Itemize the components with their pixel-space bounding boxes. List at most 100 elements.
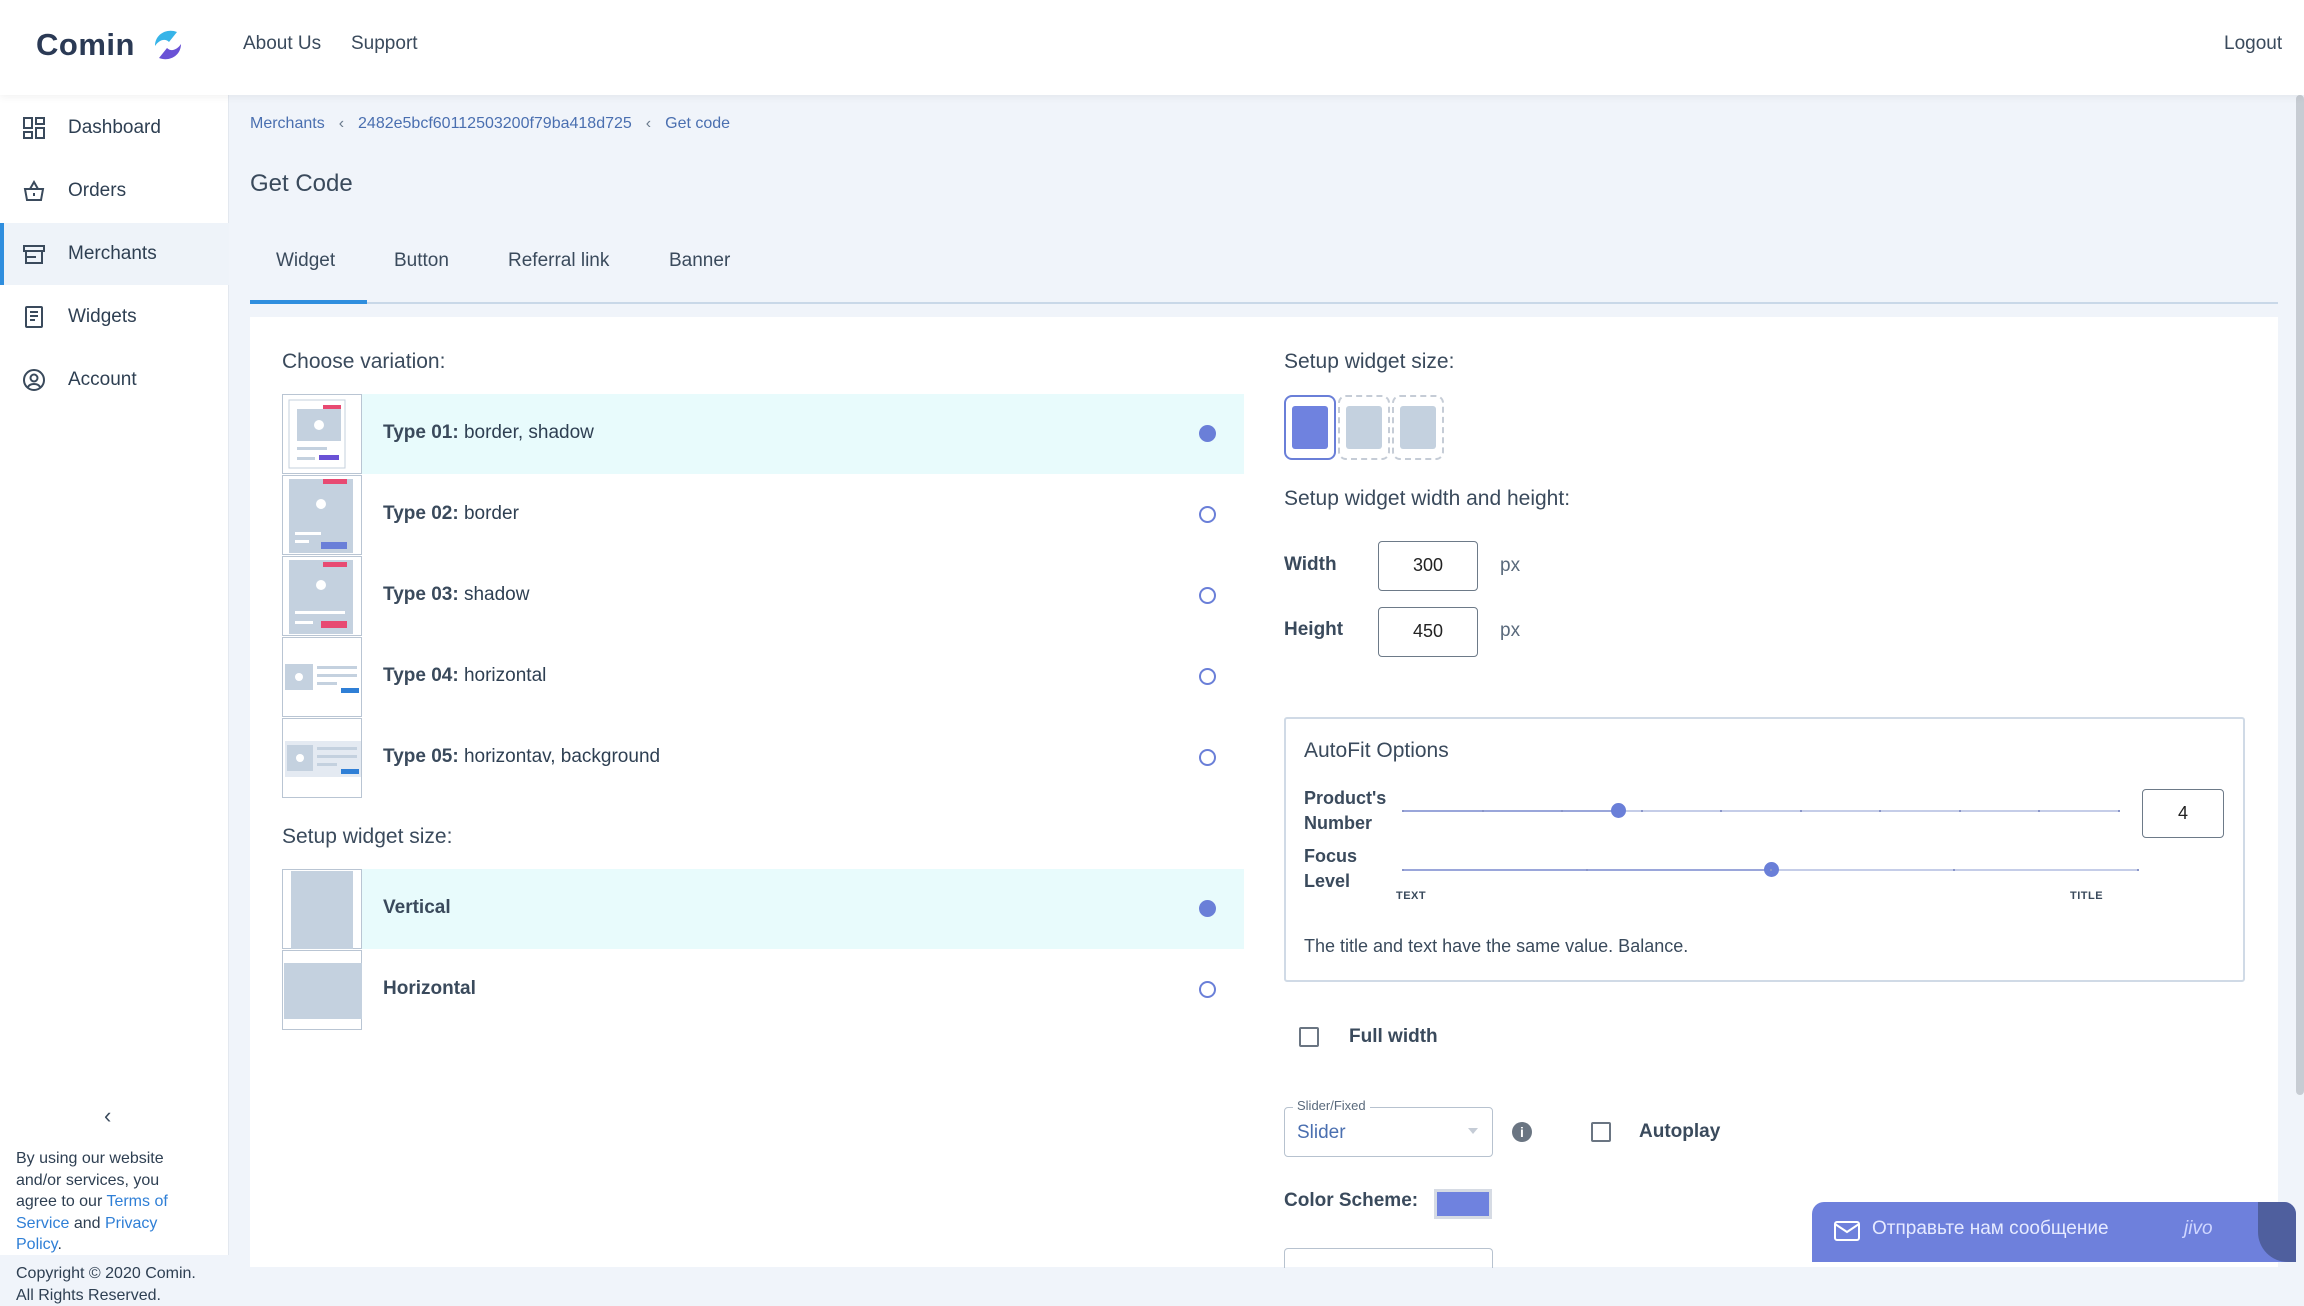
focus-text-label: TEXT [1396,890,1427,902]
slider-fixed-value: Slider [1297,1122,1346,1143]
variation-thumbnail [282,637,362,717]
store-icon [23,245,45,264]
logo-mark-icon [154,30,181,60]
variation-option-1[interactable]: Type 01: border, shadow [282,394,1244,474]
variation-type: Type 03: [383,584,459,605]
variation-radio[interactable] [1199,668,1216,685]
variation-thumbnail [282,556,362,636]
variation-label: Type 04: horizontal [383,665,546,687]
chat-widget[interactable]: Отправьте нам сообщение jivo [1812,1202,2296,1262]
variation-radio[interactable] [1199,587,1216,604]
focus-level-label: Focus Level [1304,846,1358,891]
sidebar: Dashboard Orders Merchants Widgets Accou… [0,95,229,1304]
vertical-thumbnail [282,869,362,949]
variation-option-4[interactable]: Type 04: horizontal [282,637,1244,717]
slider-tick [1799,810,1802,812]
full-width-checkbox[interactable] [1299,1027,1319,1047]
variation-desc: border, shadow [463,422,594,443]
sidebar-item-orders[interactable]: Orders [0,160,229,222]
variation-thumbnail [282,718,362,798]
size-option-medium[interactable] [1338,395,1390,460]
slider-tick [1953,869,1956,871]
height-input[interactable]: 450 [1378,607,1478,657]
choose-variation-title: Choose variation: [282,350,446,373]
slider-fixed-select[interactable]: Slider/Fixed Slider [1284,1098,1493,1157]
next-select[interactable] [1284,1248,1493,1268]
logout-link[interactable]: Logout [2224,33,2282,55]
orientation-label: Horizontal [383,978,476,1000]
dashboard-icon [23,117,45,139]
logo-text: Comin [36,27,135,62]
variation-type: Type 05: [383,746,459,767]
top-header: Comin About Us Support Logout [0,0,2304,95]
autoplay-checkbox[interactable] [1591,1122,1611,1142]
tab-referral-link[interactable]: Referral link [508,250,609,304]
slider-tick [1720,810,1723,812]
width-input[interactable]: 300 [1378,541,1478,591]
sidebar-item-widgets[interactable]: Widgets [0,286,229,348]
orientation-label: Vertical [383,897,451,919]
horizontal-thumbnail [282,950,362,1030]
nav-support[interactable]: Support [351,33,418,55]
variation-option-2[interactable]: Type 02: border [282,475,1244,555]
height-label: Height [1284,619,1344,640]
tab-banner[interactable]: Banner [669,250,730,304]
full-width-label: Full width [1349,1026,1438,1047]
slider-tick [1640,810,1643,812]
slider-tick [1402,869,1404,871]
variation-option-3[interactable]: Type 03: shadow [282,556,1244,636]
variation-label: Type 02: border [383,503,519,525]
sidebar-item-merchants[interactable]: Merchants [0,223,229,285]
mail-icon [1834,1221,1860,1241]
slider-tick [1958,810,1961,812]
color-scheme-swatch[interactable] [1434,1189,1492,1219]
slider-tick [1402,810,1404,812]
orientation-horizontal[interactable]: Horizontal [282,950,1244,1030]
orientation-radio[interactable] [1199,981,1216,998]
info-icon[interactable]: i [1512,1122,1532,1142]
comin-logo[interactable]: Comin [36,24,189,66]
autofit-note: The title and text have the same value. … [1304,936,1689,956]
orientation-radio[interactable] [1199,900,1216,917]
variation-radio[interactable] [1199,425,1216,442]
variation-desc: border [463,503,519,524]
chat-brand: jivo [2184,1218,2213,1239]
breadcrumb-merchants[interactable]: Merchants [250,115,325,133]
autofit-title: AutoFit Options [1304,739,1449,762]
copyright: Copyright © 2020 Comin. All Rights Reser… [16,1265,196,1304]
size-option-small[interactable] [1392,395,1444,460]
tab-widget[interactable]: Widget [250,250,367,304]
slider-tick [1561,810,1564,812]
slider-tick [1585,869,1588,871]
orientation-name: Horizontal [383,978,476,999]
sidebar-item-label: Orders [68,180,127,201]
slider-tick [2137,869,2139,871]
variation-thumbnail [282,475,362,555]
orientation-name: Vertical [383,897,451,918]
products-number-input[interactable]: 4 [2142,789,2224,838]
products-number-slider-handle[interactable] [1610,803,1626,818]
collapse-sidebar-icon[interactable]: ‹ [104,1103,124,1128]
sidebar-item-dashboard[interactable]: Dashboard [0,97,229,159]
variation-radio[interactable] [1199,506,1216,523]
variation-label: Type 01: border, shadow [383,422,594,444]
legal-text: By using our website and/or services, yo… [16,1148,196,1256]
slider-fixed-legend: Slider/Fixed [1293,1098,1370,1113]
nav-about-us[interactable]: About Us [243,33,321,55]
orientation-vertical[interactable]: Vertical [282,869,1244,949]
chevron-left-icon: ‹ [338,115,345,132]
color-scheme-label: Color Scheme: [1284,1190,1419,1211]
slider-fill [1403,810,1618,812]
variation-option-5[interactable]: Type 05: horizontav, background [282,718,1244,798]
width-unit: px [1500,555,1521,576]
slider-tick [1879,810,1882,812]
size-option-large[interactable] [1284,395,1336,460]
tab-button[interactable]: Button [394,250,449,304]
variation-label: Type 05: horizontav, background [383,746,660,768]
user-circle-icon [23,369,45,391]
variation-radio[interactable] [1199,749,1216,766]
page-scrollbar[interactable] [2296,95,2304,1095]
breadcrumb-merchant-id[interactable]: 2482e5bcf60112503200f79ba418d725 [358,115,632,133]
sidebar-item-account[interactable]: Account [0,349,229,411]
breadcrumb-get-code[interactable]: Get code [665,115,730,133]
